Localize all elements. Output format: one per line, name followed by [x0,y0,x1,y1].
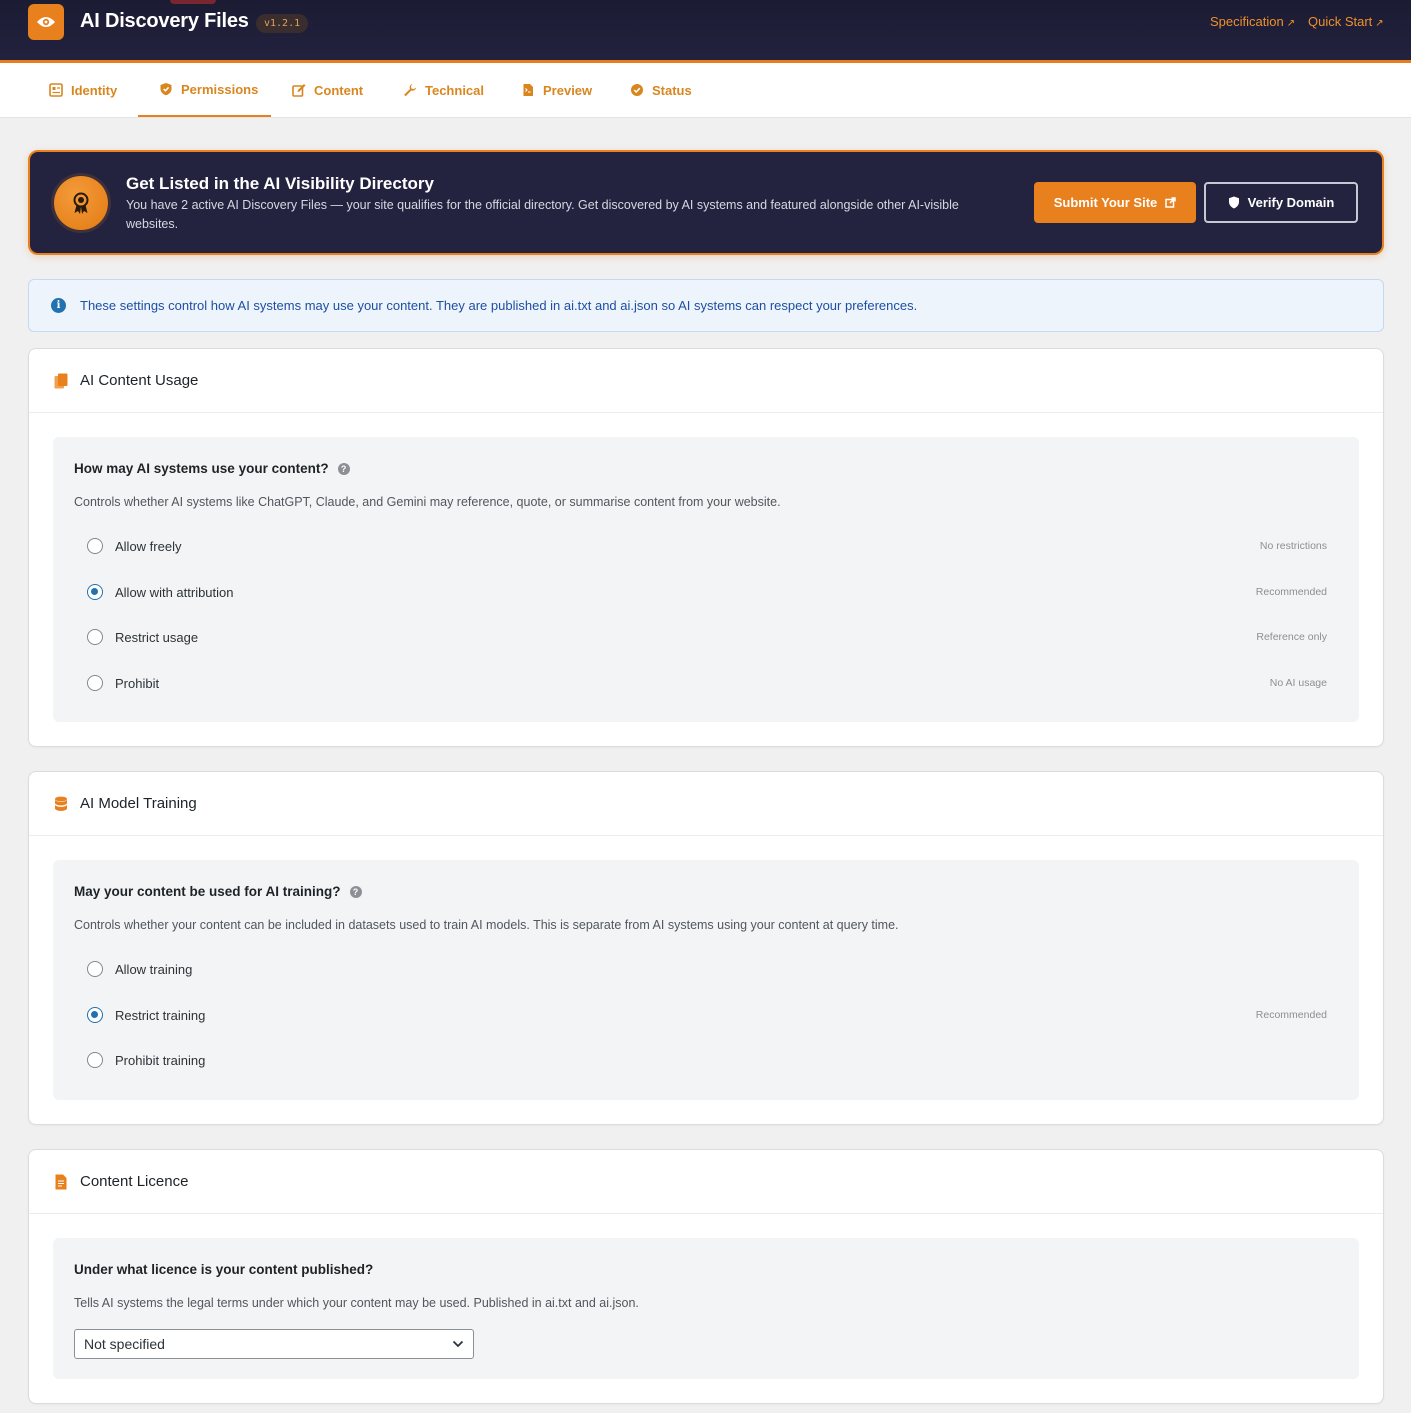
edit-icon [292,84,306,97]
tab-preview-label: Preview [543,82,593,98]
tab-technical[interactable]: Technical [403,63,484,117]
award-icon [54,176,108,230]
option-tag: No AI usage [1269,677,1327,689]
tab-status[interactable]: Status [630,63,692,117]
tab-identity-label: Identity [71,82,118,98]
content-usage-card: AI Content Usage How may AI systems use … [28,348,1384,747]
question-description: Controls whether your content can be inc… [74,918,899,932]
question-text: How may AI systems use your content? [74,461,329,476]
directory-banner: Get Listed in the AI Visibility Director… [28,150,1384,255]
option-tag: No restrictions [1259,540,1327,552]
tab-content-label: Content [314,82,364,98]
verify-domain-button[interactable]: Verify Domain [1204,182,1358,223]
option-label: Allow with attribution [115,584,234,600]
tab-bar: Identity Permissions Content Technical P… [0,63,1411,118]
database-icon [55,796,67,811]
option-prohibit-training[interactable]: Prohibit training [87,1048,1327,1072]
option-label: Prohibit [115,675,160,691]
external-link-icon [1165,197,1177,208]
question: May your content be used for AI training… [74,884,362,899]
info-icon: i [51,298,66,313]
option-restrict-training[interactable]: Restrict training Recommended [87,1003,1327,1027]
card-title: AI Content Usage [80,372,199,389]
option-restrict-usage[interactable]: Restrict usage Reference only [87,625,1327,649]
document-icon [523,84,533,96]
tab-permissions-label: Permissions [181,81,259,97]
option-label: Restrict training [115,1007,206,1023]
card-title: Content Licence [80,1173,189,1190]
option-allow-with-attribution[interactable]: Allow with attribution Recommended [87,580,1327,604]
option-tag: Recommended [1255,1009,1327,1021]
question: Under what licence is your content publi… [74,1262,373,1277]
option-label: Allow training [115,961,193,977]
content-licence-panel: Under what licence is your content publi… [53,1238,1359,1379]
radio-button[interactable] [87,1052,103,1068]
specification-link-label: Specification [1210,14,1284,29]
content-usage-header: AI Content Usage [29,349,1383,413]
eye-icon [28,4,64,40]
tab-preview[interactable]: Preview [521,63,592,117]
tab-technical-label: Technical [425,82,485,98]
model-training-header: AI Model Training [29,772,1383,836]
option-tag: Reference only [1256,631,1327,643]
submit-your-site-button[interactable]: Submit Your Site [1034,182,1196,223]
quick-start-link-label: Quick Start [1308,14,1373,29]
top-header: AI Discovery Files v1.2.1 Specification ↗… [0,0,1411,63]
option-label: Prohibit training [115,1052,206,1068]
verify-domain-label: Verify Domain [1247,195,1335,210]
option-prohibit[interactable]: Prohibit No AI usage [87,671,1327,695]
app-title: AI Discovery Files [80,10,249,32]
licence-select[interactable]: Not specified [74,1329,474,1359]
wrench-icon [404,84,417,97]
id-card-icon [49,83,63,97]
card-title: AI Model Training [80,795,197,812]
question-text: Under what licence is your content publi… [74,1262,374,1277]
tab-content[interactable]: Content [292,63,363,117]
question-text: May your content be used for AI training… [74,884,341,899]
option-allow-freely[interactable]: Allow freely No restrictions [87,534,1327,558]
help-icon[interactable]: ? [337,462,350,475]
help-icon[interactable]: ? [349,885,362,898]
content-usage-panel: How may AI systems use your content? ? C… [53,437,1359,722]
content-licence-card: Content Licence Under what licence is yo… [28,1149,1384,1404]
version-badge: v1.2.1 [256,14,309,33]
tab-identity[interactable]: Identity [49,63,117,117]
content-licence-header: Content Licence [29,1150,1383,1214]
radio-button-selected[interactable] [87,584,103,600]
model-training-card: AI Model Training May your content be us… [28,771,1384,1125]
radio-button[interactable] [87,675,103,691]
specification-link[interactable]: Specification ↗ [1210,14,1295,29]
copy-icon [54,373,68,388]
external-link-icon: ↗ [1375,18,1384,29]
tab-status-label: Status [652,82,692,98]
question-description: Tells AI systems the legal terms under w… [74,1296,639,1310]
question: How may AI systems use your content? ? [74,461,350,476]
radio-button-selected[interactable] [87,1007,103,1023]
option-label: Restrict usage [115,629,199,645]
info-notice: i These settings control how AI systems … [28,279,1384,332]
chevron-down-icon [452,1340,464,1348]
option-tag: Recommended [1255,586,1327,598]
option-allow-training[interactable]: Allow training [87,957,1327,981]
banner-title: Get Listed in the AI Visibility Director… [126,174,434,193]
model-training-panel: May your content be used for AI training… [53,860,1359,1100]
radio-button[interactable] [87,629,103,645]
external-link-icon: ↗ [1286,18,1296,29]
radio-button[interactable] [87,961,103,977]
licence-select-value: Not specified [84,1336,165,1352]
header-decoration [170,0,216,4]
shield-icon [160,83,172,96]
shield-icon [1228,196,1239,209]
radio-button[interactable] [87,538,103,554]
document-icon [55,1174,67,1189]
banner-text: You have 2 active AI Discovery Files — y… [126,198,959,231]
tab-permissions[interactable]: Permissions [138,63,271,117]
question-description: Controls whether AI systems like ChatGPT… [74,495,781,509]
quick-start-link[interactable]: Quick Start ↗ [1308,14,1384,29]
option-label: Allow freely [115,538,182,554]
check-circle-icon [631,84,643,96]
submit-your-site-label: Submit Your Site [1053,195,1158,210]
notice-text: These settings control how AI systems ma… [80,298,918,313]
